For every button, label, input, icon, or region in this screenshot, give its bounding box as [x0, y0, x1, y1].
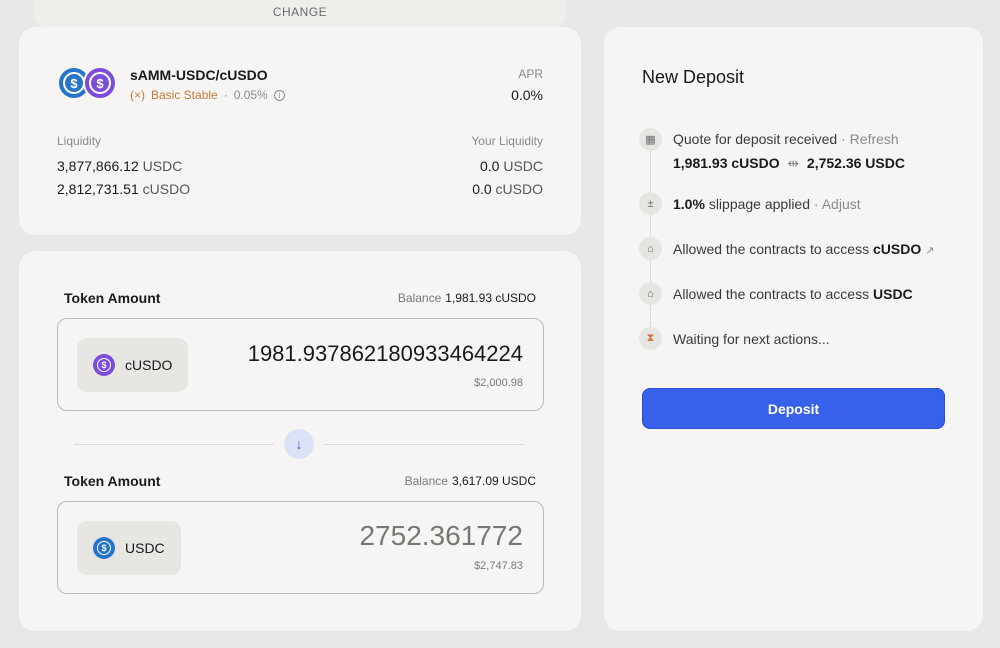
step-quote: Quote for deposit received · Refresh	[673, 131, 899, 147]
apr-value: 0.0%	[511, 87, 543, 103]
step-separator: ·	[813, 196, 819, 212]
lock-open-icon: ⌂	[639, 237, 662, 260]
usdc-coin-icon: $	[93, 537, 115, 559]
plus-minus-icon: ±	[639, 192, 662, 215]
liquidity-label: Liquidity	[57, 134, 102, 148]
step-quote-amounts: 1,981.93 cUSDO ⇹ 2,752.36 USDC	[673, 155, 905, 172]
change-tab[interactable]: CHANGE	[34, 0, 566, 28]
your-liquidity-label: Your Liquidity	[471, 134, 543, 148]
deposit-card: Token Amount Balance 1,981.93 cUSDO $ cUS…	[19, 251, 581, 631]
divider	[74, 444, 274, 445]
balance-value[interactable]: 3,617.09 USDC	[452, 474, 536, 488]
liquidity-row: 3,877,866.12 USDC	[57, 158, 182, 174]
lock-open-icon: ⌂	[639, 282, 662, 305]
pool-fee: 0.05%	[233, 88, 268, 102]
info-icon[interactable]: i	[273, 89, 285, 101]
exchange-icon: ⇹	[783, 155, 804, 171]
token-symbol: USDC	[125, 540, 165, 556]
liquidity-unit: cUSDO	[142, 181, 191, 197]
liquidity-amount: 2,812,731.51	[57, 181, 139, 197]
your-liquidity-unit: USDC	[503, 158, 543, 174]
divider	[324, 444, 524, 445]
token-out-amount-input[interactable]: 2752.361772	[359, 520, 523, 552]
deposit-button[interactable]: Deposit	[642, 388, 945, 429]
your-liquidity-row: 0.0 USDC	[480, 158, 543, 174]
step-slippage: 1.0% slippage applied · Adjust	[673, 196, 861, 212]
change-label: CHANGE	[272, 5, 328, 19]
token-symbol: cUSDO	[125, 357, 173, 373]
your-liquidity-amount: 0.0	[472, 181, 492, 197]
cusdo-coin-icon: $	[93, 354, 115, 376]
meta-separator: ·	[223, 88, 228, 102]
pool-card: $ $ sAMM-USDC/cUSDO (×) Basic Stable · 0…	[19, 27, 581, 235]
token-in-amount-input[interactable]: 1981.937862180933464224	[248, 341, 523, 367]
allow-text: Allowed the contracts to access	[673, 286, 870, 302]
quote-amount-b: 2,752.36 USDC	[806, 155, 905, 171]
pair-name: sAMM-USDC/cUSDO	[130, 67, 268, 83]
token-amount-label: Token Amount	[64, 473, 161, 489]
token-in-selector[interactable]: $ cUSDO	[77, 338, 189, 392]
pair-meta: (×) Basic Stable · 0.05% i	[130, 88, 285, 102]
refresh-link[interactable]: Refresh	[850, 131, 899, 147]
token-in-box[interactable]: $ cUSDO 1981.937862180933464224 $2,000.9…	[57, 318, 544, 411]
step-quote-text: Quote for deposit received	[673, 131, 838, 147]
external-link-icon[interactable]: ↗	[925, 245, 934, 257]
step-allow-cusdo: Allowed the contracts to access cUSDO ↗	[673, 241, 934, 257]
liquidity-row: 2,812,731.51 cUSDO	[57, 181, 190, 197]
panel-title: New Deposit	[642, 67, 745, 87]
apr-label: APR	[518, 67, 543, 81]
token-amount-label: Token Amount	[64, 290, 161, 306]
allow-text: Allowed the contracts to access	[673, 241, 870, 257]
balance: Balance 3,617.09 USDC	[405, 474, 536, 488]
step-allow-usdc: Allowed the contracts to access USDC	[673, 286, 913, 302]
new-deposit-panel: New Deposit ▦ Quote for deposit received…	[604, 27, 983, 631]
liquidity-amount: 3,877,866.12	[57, 158, 139, 174]
pool-type: Basic Stable	[151, 88, 218, 102]
step-waiting: Waiting for next actions...	[673, 331, 830, 347]
adjust-link[interactable]: Adjust	[822, 196, 861, 212]
your-liquidity-row: 0.0 cUSDO	[472, 181, 543, 197]
quote-amount-a: 1,981.93 cUSDO	[673, 155, 780, 171]
balance-value[interactable]: 1,981.93 cUSDO	[445, 291, 536, 305]
allow-token: cUSDO	[873, 241, 922, 257]
token-in-usd-value: $2,000.98	[474, 377, 523, 389]
arrow-down-icon[interactable]: ↓	[284, 429, 314, 459]
slippage-text: slippage applied	[708, 196, 811, 212]
balance-label: Balance	[404, 474, 448, 488]
balance: Balance 1,981.93 cUSDO	[398, 291, 536, 305]
token-out-usd-value: $2,747.83	[474, 560, 523, 572]
stable-icon: (×)	[130, 88, 145, 102]
token-out-selector[interactable]: $ USDC	[77, 521, 181, 575]
balance-label: Balance	[397, 291, 442, 305]
cusdo-coin-icon: $	[83, 66, 117, 100]
calculator-icon: ▦	[639, 128, 662, 151]
pair-icons: $ $	[57, 66, 119, 102]
step-separator: ·	[841, 131, 846, 147]
allow-token: USDC	[873, 286, 913, 302]
your-liquidity-amount: 0.0	[479, 158, 500, 174]
slippage-value: 1.0%	[673, 196, 705, 212]
hourglass-icon: ⧗	[639, 327, 662, 350]
token-out-box[interactable]: $ USDC 2752.361772 $2,747.83	[57, 501, 544, 594]
liquidity-unit: USDC	[142, 158, 183, 174]
your-liquidity-unit: cUSDO	[495, 181, 543, 197]
